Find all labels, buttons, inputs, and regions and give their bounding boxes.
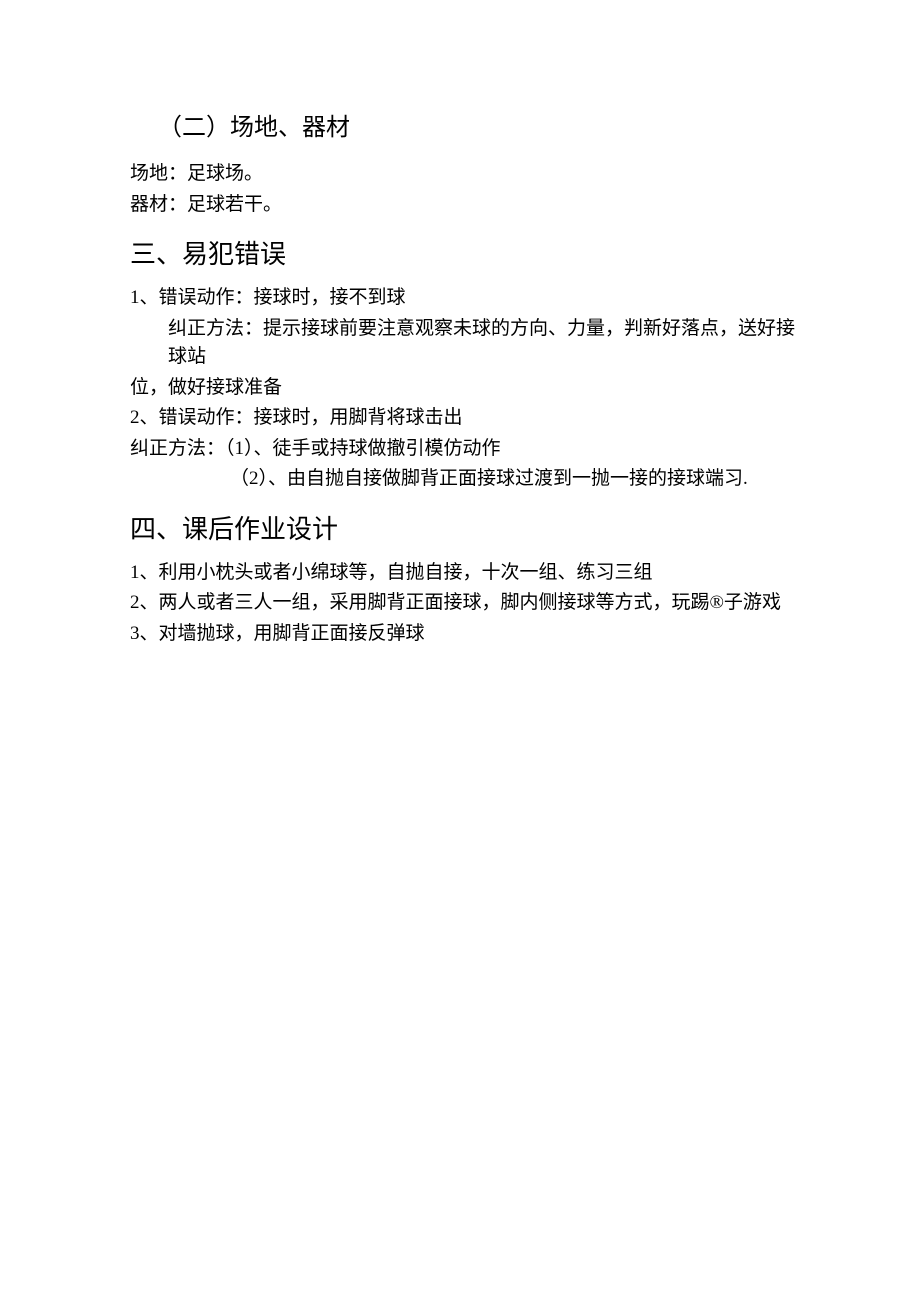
homework-item-3: 3、对墙抛球，用脚背正面接反弹球	[130, 620, 795, 649]
homework-item-1: 1、利用小枕头或者小绵球等，自抛自接，十次一组、练习三组	[130, 559, 795, 588]
error-2-fix-1: 纠正方法：（1）、徒手或持球做撤引模仿动作	[130, 435, 795, 464]
error-2-action: 2、错误动作：接球时，用脚背将球击出	[130, 404, 795, 433]
error-1-fix-line2: 位，做好接球准备	[130, 374, 795, 403]
error-2-fix-2: （2）、由自抛自接做脚背正面接球过渡到一抛一接的接球端习.	[130, 465, 795, 494]
field-venue-line: 场地：足球场。	[130, 160, 795, 189]
error-1-action: 1、错误动作：接球时，接不到球	[130, 284, 795, 313]
homework-item-2: 2、两人或者三人一组，采用脚背正面接球，脚内侧接球等方式，玩踢®子游戏	[130, 589, 795, 618]
section-3-heading: 三、易犯错误	[130, 235, 795, 274]
document-page: （二）场地、器材 场地：足球场。 器材：足球若干。 三、易犯错误 1、错误动作：…	[0, 0, 920, 1301]
section-4-heading: 四、课后作业设计	[130, 510, 795, 549]
subsection-2-heading: （二）场地、器材	[130, 110, 795, 146]
field-equipment-line: 器材：足球若干。	[130, 191, 795, 220]
error-1-fix-line1: 纠正方法：提示接球前要注意观察未球的方向、力量，判新好落点，送好接球站	[130, 315, 795, 372]
